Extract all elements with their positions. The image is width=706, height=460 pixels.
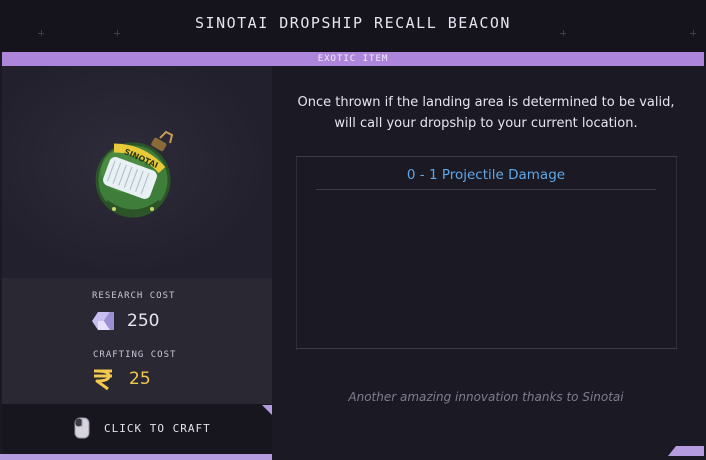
item-preview-panel: SINOTAI RESEARCH COST 250 CRAFTING COST … xyxy=(2,66,272,460)
corner-accent-icon xyxy=(668,446,704,456)
research-crystal-icon xyxy=(92,312,114,330)
currency-rupee-icon xyxy=(94,369,112,391)
stat-projectile-damage: 0 - 1 Projectile Damage xyxy=(316,167,656,190)
bottom-border xyxy=(0,454,272,460)
crafting-cost-label: CRAFTING COST xyxy=(93,350,177,360)
crafting-cost-value: 25 xyxy=(129,369,151,389)
flavor-text: Another amazing innovation thanks to Sin… xyxy=(348,390,624,404)
beacon-grenade-icon: SINOTAI xyxy=(95,130,174,218)
rarity-banner: EXOTIC ITEM xyxy=(2,52,704,66)
title-header: SINOTAI DROPSHIP RECALL BEACON xyxy=(0,0,706,52)
craft-button-label: CLICK TO CRAFT xyxy=(104,422,211,435)
item-title: SINOTAI DROPSHIP RECALL BEACON xyxy=(195,14,511,32)
corner-accent-icon xyxy=(262,405,272,415)
item-description: Once thrown if the landing area is deter… xyxy=(297,95,675,131)
research-cost-value: 250 xyxy=(127,311,160,331)
research-cost-label: RESEARCH COST xyxy=(92,291,176,301)
craft-button[interactable]: CLICK TO CRAFT xyxy=(2,404,272,454)
mouse-left-click-icon xyxy=(74,417,90,439)
item-image-area: SINOTAI xyxy=(2,66,272,278)
stats-panel: 0 - 1 Projectile Damage xyxy=(296,156,677,350)
cost-section: RESEARCH COST 250 CRAFTING COST 25 xyxy=(2,278,272,404)
